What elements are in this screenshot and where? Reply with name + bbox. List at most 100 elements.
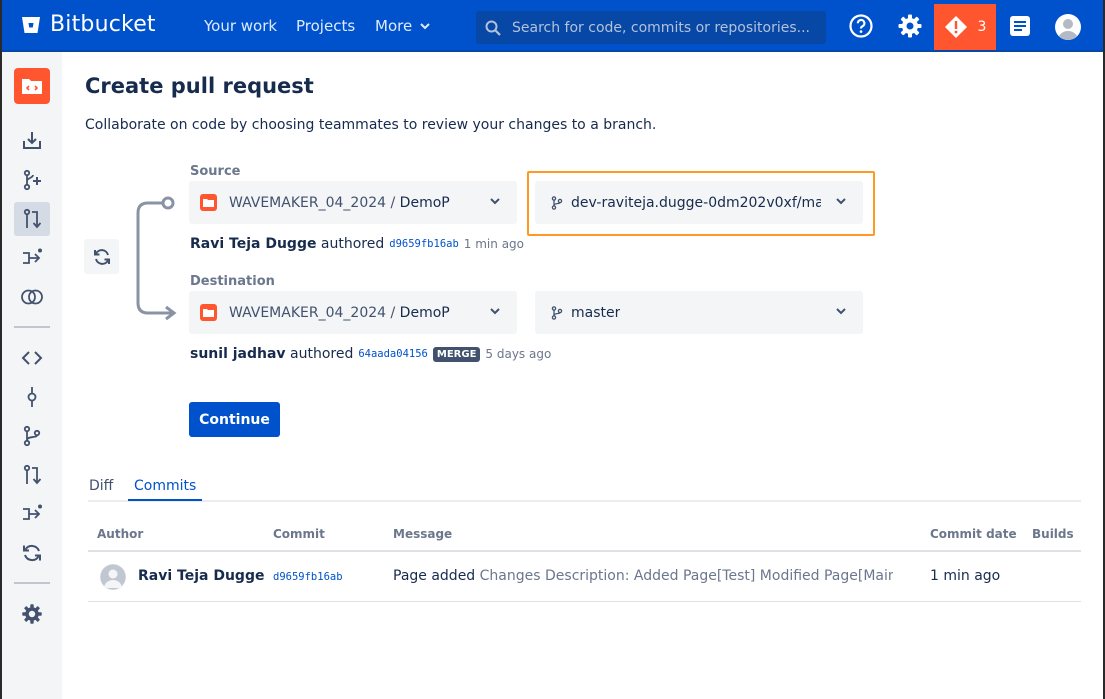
row-message: Page added Changes Description: Added Pa… xyxy=(393,568,893,584)
search-icon xyxy=(485,20,501,36)
sync-icon xyxy=(23,544,41,562)
repo-avatar[interactable] xyxy=(14,68,50,104)
destination-author: sunil jadhav xyxy=(190,346,286,362)
person-icon xyxy=(100,564,126,590)
app-name: Bitbucket xyxy=(50,12,156,37)
source-repo-select[interactable]: WAVEMAKER_04_2024 / DemoP xyxy=(189,181,517,224)
row-author: Ravi Teja Dugge xyxy=(138,568,265,584)
alerts-button[interactable]: 3 xyxy=(934,4,996,50)
row-commit-hash[interactable]: d9659fb16ab xyxy=(273,571,343,583)
sidebar-divider xyxy=(14,326,50,328)
download-icon xyxy=(23,132,41,149)
help-icon xyxy=(849,14,873,38)
tab-diff[interactable]: Diff xyxy=(89,478,113,494)
source-commit-meta: Ravi Teja Dugge authored d9659fb16ab 1 m… xyxy=(190,236,524,252)
source-branch-name: dev-raviteja.dugge-0dm202v0xf/master xyxy=(571,194,821,211)
tab-commits[interactable]: Commits xyxy=(134,478,196,494)
active-tab-indicator xyxy=(128,499,202,501)
destination-commit-hash[interactable]: 64aada04156 xyxy=(358,348,428,360)
branch-add-icon xyxy=(23,169,41,191)
pull-request-icon xyxy=(23,208,42,229)
merge-icon xyxy=(23,248,42,264)
nav-projects[interactable]: Projects xyxy=(296,17,355,35)
sidebar-item-repo-settings[interactable] xyxy=(14,597,50,631)
document-icon xyxy=(1010,16,1030,36)
help-button[interactable] xyxy=(847,12,875,40)
sidebar-item-compare[interactable] xyxy=(14,241,50,275)
branch-icon xyxy=(23,425,41,447)
nav-your-work[interactable]: Your work xyxy=(204,17,277,35)
table-row[interactable]: Ravi Teja Dugge d9659fb16ab Page added C… xyxy=(88,552,1081,602)
source-commit-time: 1 min ago xyxy=(463,237,525,251)
branch-icon xyxy=(551,305,563,320)
sidebar-item-create-pull-request[interactable] xyxy=(14,202,50,236)
chevron-down-icon xyxy=(836,308,846,315)
sidebar-item-create-branch[interactable] xyxy=(14,163,50,197)
commit-icon xyxy=(27,387,37,407)
search-input[interactable] xyxy=(512,19,812,36)
page-subtitle: Collaborate on code by choosing teammate… xyxy=(85,117,657,133)
sidebar-item-clone[interactable] xyxy=(14,124,50,158)
alert-count: 3 xyxy=(977,19,987,35)
nav-more-label: More xyxy=(375,17,413,35)
notes-button[interactable] xyxy=(1006,12,1034,40)
authored-label: authored xyxy=(320,236,385,252)
sidebar-item-commits[interactable] xyxy=(14,380,50,414)
source-commit-hash[interactable]: d9659fb16ab xyxy=(389,238,459,250)
column-header-commit: Commit xyxy=(273,527,325,541)
row-message-title: Page added xyxy=(393,568,476,584)
continue-button[interactable]: Continue xyxy=(189,402,280,437)
source-destination-connector xyxy=(136,196,177,321)
settings-button[interactable] xyxy=(896,12,924,40)
merge-badge: MERGE xyxy=(432,346,481,362)
destination-branch-name: master xyxy=(571,304,621,321)
chevron-down-icon xyxy=(490,308,500,315)
column-header-builds: Builds xyxy=(1032,527,1074,541)
gear-icon xyxy=(22,604,42,624)
destination-label: Destination xyxy=(190,274,275,289)
gear-icon xyxy=(898,14,922,38)
source-repo-name: WAVEMAKER_04_2024 / DemoP xyxy=(229,194,450,211)
top-navigation: Bitbucket Your work Projects More 3 xyxy=(0,0,1105,52)
row-message-description: Changes Description: Added Page[Test] Mo… xyxy=(479,568,893,584)
repo-icon xyxy=(200,194,217,211)
bitbucket-icon xyxy=(22,16,40,33)
chevron-down-icon xyxy=(836,198,846,205)
bitbucket-logo[interactable]: Bitbucket xyxy=(20,12,156,37)
sidebar-divider xyxy=(14,582,50,584)
source-branch-select[interactable]: dev-raviteja.dugge-0dm202v0xf/master xyxy=(535,181,863,224)
person-icon xyxy=(1058,19,1078,40)
source-author: Ravi Teja Dugge xyxy=(190,236,317,252)
chevron-down-icon xyxy=(420,22,430,29)
repo-icon xyxy=(200,304,217,321)
sidebar-item-source[interactable] xyxy=(14,341,50,375)
sidebar-item-deployments[interactable] xyxy=(14,536,50,570)
swap-icon xyxy=(93,248,110,265)
page-title: Create pull request xyxy=(85,74,314,98)
sidebar-item-fork[interactable] xyxy=(14,280,50,314)
branch-icon xyxy=(551,195,563,210)
fork-rings-icon xyxy=(21,289,43,305)
destination-repo-select[interactable]: WAVEMAKER_04_2024 / DemoP xyxy=(189,291,517,334)
sidebar-item-pipelines[interactable] xyxy=(14,497,50,531)
code-icon xyxy=(21,351,43,365)
user-avatar[interactable] xyxy=(1055,14,1081,40)
nav-more[interactable]: More xyxy=(375,17,430,35)
row-commit-date: 1 min ago xyxy=(930,568,1001,584)
author-avatar xyxy=(100,564,126,590)
pull-request-icon xyxy=(23,464,42,485)
column-header-commit-date: Commit date xyxy=(930,527,1017,541)
destination-commit-time: 5 days ago xyxy=(485,347,552,361)
source-label: Source xyxy=(190,164,241,179)
column-header-author: Author xyxy=(97,527,144,541)
sidebar-item-pull-requests[interactable] xyxy=(14,458,50,492)
destination-branch-select[interactable]: master xyxy=(535,291,863,334)
sidebar-item-branches[interactable] xyxy=(14,419,50,453)
authored-label: authored xyxy=(290,346,354,362)
chevron-down-icon xyxy=(490,198,500,205)
sidebar xyxy=(2,52,62,699)
swap-branches-button[interactable] xyxy=(84,239,119,274)
code-folder-icon xyxy=(22,79,42,94)
column-header-message: Message xyxy=(393,527,453,541)
search-box[interactable] xyxy=(476,11,826,44)
